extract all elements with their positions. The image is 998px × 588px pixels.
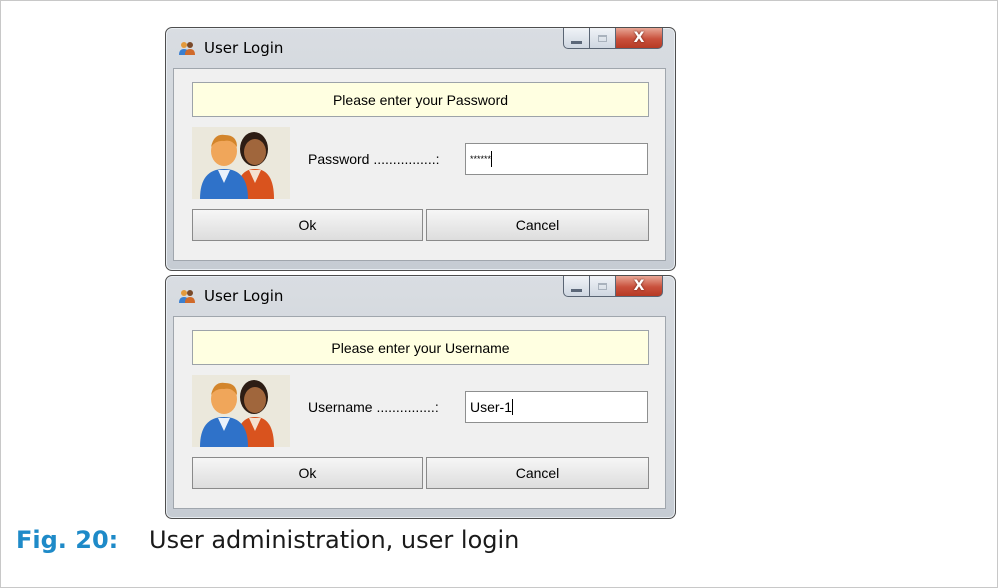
- password-value: ******: [470, 154, 492, 164]
- password-label: Password ................:: [308, 151, 440, 167]
- window-controls: X: [563, 276, 663, 298]
- password-login-dialog: User Login X Please enter your Password …: [165, 27, 676, 271]
- password-input[interactable]: ******: [465, 143, 648, 175]
- minimize-icon: [571, 288, 582, 292]
- title-bar[interactable]: User Login X: [166, 28, 675, 68]
- minimize-icon: [571, 40, 582, 44]
- username-input[interactable]: User-1: [465, 391, 648, 423]
- maximize-button[interactable]: [590, 28, 616, 49]
- dialog-title: User Login: [204, 39, 284, 57]
- figure-number: Fig. 20:: [16, 526, 119, 554]
- figure-caption: User administration, user login: [149, 526, 520, 554]
- title-bar[interactable]: User Login X: [166, 276, 675, 316]
- close-icon: X: [633, 278, 645, 294]
- users-avatar-icon: [192, 127, 290, 199]
- close-icon: X: [633, 30, 645, 46]
- users-avatar-icon: [192, 375, 290, 447]
- username-login-dialog: User Login X Please enter your Username …: [165, 275, 676, 519]
- maximize-button[interactable]: [590, 276, 616, 297]
- dialog-title: User Login: [204, 287, 284, 305]
- users-icon: [179, 42, 195, 55]
- window-controls: X: [563, 28, 663, 50]
- prompt-banner: Please enter your Username: [192, 330, 649, 365]
- username-value: User-1: [470, 399, 513, 415]
- maximize-icon: [598, 282, 607, 290]
- users-icon: [179, 290, 195, 303]
- username-label: Username ...............:: [308, 399, 439, 415]
- text-cursor: [512, 399, 514, 415]
- close-button[interactable]: X: [616, 28, 663, 49]
- ok-button[interactable]: Ok: [192, 209, 423, 241]
- cancel-button[interactable]: Cancel: [426, 457, 649, 489]
- cancel-button[interactable]: Cancel: [426, 209, 649, 241]
- minimize-button[interactable]: [563, 276, 590, 297]
- text-cursor: [491, 151, 493, 167]
- dialog-body: Please enter your Password Password ....…: [173, 68, 666, 261]
- ok-button[interactable]: Ok: [192, 457, 423, 489]
- prompt-banner: Please enter your Password: [192, 82, 649, 117]
- dialog-body: Please enter your Username Username ....…: [173, 316, 666, 509]
- maximize-icon: [598, 34, 607, 42]
- close-button[interactable]: X: [616, 276, 663, 297]
- minimize-button[interactable]: [563, 28, 590, 49]
